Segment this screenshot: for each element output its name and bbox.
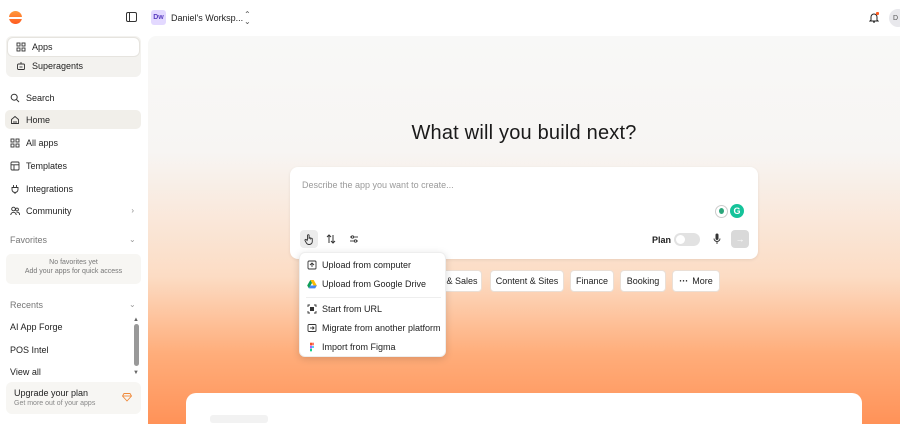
sidebar-item-templates[interactable]: Templates <box>5 156 141 175</box>
category-chip[interactable]: & Sales <box>442 270 482 292</box>
bot-icon <box>17 62 25 70</box>
sidebar-item-all-apps[interactable]: All apps <box>5 133 141 152</box>
bottom-card <box>186 393 862 424</box>
grid-icon <box>10 138 20 147</box>
sidebar-item-label: Integrations <box>26 183 74 194</box>
url-scan-icon <box>307 304 317 314</box>
settings-sliders-button[interactable] <box>345 230 363 248</box>
prompt-box: G Plan → <box>290 167 758 259</box>
recent-item[interactable]: AI App Forge <box>10 322 63 332</box>
google-drive-icon <box>307 280 317 289</box>
workspace-avatar[interactable]: Dw <box>151 10 166 25</box>
category-chip[interactable]: Content & Sites <box>490 270 564 292</box>
plan-label: Plan <box>652 235 672 245</box>
recents-header[interactable]: Recents <box>10 300 43 310</box>
upgrade-subtitle: Get more out of your apps <box>14 400 96 407</box>
menu-item-migrate-platform[interactable]: Migrate from another platform <box>300 319 447 337</box>
scrollbar-thumb[interactable] <box>134 324 139 366</box>
favorites-empty-title: No favorites yet <box>49 259 98 266</box>
hand-pointer-icon <box>304 233 313 245</box>
chevron-down-icon[interactable]: ⌄ <box>129 235 136 244</box>
chevron-right-icon: › <box>131 206 134 215</box>
diamond-icon <box>122 393 132 402</box>
chevron-up-down-icon[interactable]: ⌃ ⌄ <box>244 11 251 26</box>
menu-item-upload-google-drive[interactable]: Upload from Google Drive <box>300 275 447 293</box>
attach-button[interactable] <box>300 230 318 248</box>
sidebar-item-label: Home <box>26 114 51 125</box>
menu-item-label: Upload from computer <box>322 260 412 270</box>
figma-icon <box>310 342 314 352</box>
recent-item[interactable]: POS Intel <box>10 345 49 355</box>
microphone-icon[interactable] <box>713 233 721 245</box>
search-icon <box>10 93 20 102</box>
extension-location-icon[interactable] <box>715 205 728 218</box>
plan-toggle[interactable] <box>674 233 700 246</box>
people-icon <box>10 206 20 215</box>
top-bar: Dw Daniel's Worksp... ⌃ ⌄ D <box>0 0 900 36</box>
sliders-icon <box>350 235 358 243</box>
menu-item-upload-computer[interactable]: Upload from computer <box>300 256 447 274</box>
view-all-link[interactable]: View all <box>10 367 41 377</box>
upgrade-title: Upgrade your plan <box>14 388 89 398</box>
prompt-input[interactable] <box>302 180 682 190</box>
segment-label: Apps <box>32 42 53 52</box>
grid-icon <box>16 42 26 52</box>
sidebar-item-label: Templates <box>26 160 68 171</box>
sidebar-item-community[interactable]: Community › <box>5 201 141 220</box>
ellipsis-icon: ··· <box>679 276 689 286</box>
sidebar-item-search[interactable]: Search <box>5 88 141 107</box>
home-icon <box>11 115 19 124</box>
menu-item-import-figma[interactable]: Import from Figma <box>300 338 447 356</box>
segment-label: Superagents <box>32 61 84 71</box>
page-title: What will you build next? <box>411 122 637 144</box>
app-mode-switch: Apps Superagents <box>6 36 141 77</box>
app-logo-icon[interactable] <box>9 11 22 24</box>
sidebar-item-label: All apps <box>26 137 59 148</box>
more-chip[interactable]: ··· More <box>672 270 720 292</box>
sidebar-item-label: Search <box>26 92 55 103</box>
sidebar: Apps Superagents Search Home All apps Te… <box>0 36 148 424</box>
scroll-up-arrow-icon[interactable]: ▲ <box>133 317 139 323</box>
sidebar-item-integrations[interactable]: Integrations <box>5 179 141 198</box>
sidebar-toggle-icon[interactable] <box>126 12 137 22</box>
upload-icon <box>307 260 317 270</box>
menu-item-label: Upload from Google Drive <box>322 279 427 289</box>
favorites-empty-state: No favorites yet Add your apps for quick… <box>6 254 141 284</box>
grammarly-icon[interactable]: G <box>730 204 744 218</box>
upgrade-plan-card[interactable]: Upgrade your plan Get more out of your a… <box>6 382 141 414</box>
send-button[interactable]: → <box>731 230 749 248</box>
scroll-down-arrow-icon[interactable]: ▼ <box>133 370 139 376</box>
main-content: What will you build next? G Plan → & Sal… <box>148 36 900 424</box>
bell-icon[interactable] <box>869 12 879 23</box>
sort-arrows-icon <box>326 234 336 244</box>
chevron-down-icon[interactable]: ⌄ <box>129 300 136 309</box>
sort-button[interactable] <box>322 230 340 248</box>
more-label: More <box>692 276 713 286</box>
attach-dropdown-menu: Upload from computer Upload from Google … <box>299 252 446 357</box>
menu-item-label: Import from Figma <box>322 342 396 352</box>
segment-superagents[interactable]: Superagents <box>8 57 139 75</box>
menu-item-label: Migrate from another platform <box>322 323 441 333</box>
user-avatar[interactable]: D <box>889 9 900 27</box>
menu-divider <box>306 297 441 298</box>
workspace-name[interactable]: Daniel's Worksp... <box>171 13 243 23</box>
bottom-placeholder <box>210 415 268 423</box>
sidebar-item-home[interactable]: Home <box>5 110 141 129</box>
segment-apps[interactable]: Apps <box>8 38 139 56</box>
arrow-right-icon: → <box>735 234 745 244</box>
category-chip[interactable]: Finance <box>570 270 614 292</box>
menu-item-start-from-url[interactable]: Start from URL <box>300 300 447 318</box>
favorites-header[interactable]: Favorites <box>10 235 47 245</box>
template-icon <box>10 161 20 170</box>
menu-item-label: Start from URL <box>322 304 383 314</box>
favorites-empty-hint: Add your apps for quick access <box>24 268 123 275</box>
sidebar-item-label: Community <box>26 205 72 216</box>
plug-icon <box>11 184 19 194</box>
migrate-icon <box>307 324 317 332</box>
category-chip[interactable]: Booking <box>620 270 666 292</box>
